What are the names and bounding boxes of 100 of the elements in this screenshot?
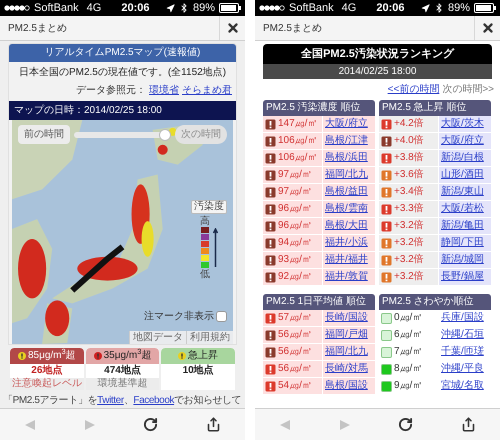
location-icon	[166, 4, 175, 12]
place-link[interactable]: 島根/大田	[323, 218, 375, 234]
place-link[interactable]: 大阪/府立	[323, 116, 375, 132]
table-header: PM2.5 汚染濃度 順位	[263, 100, 375, 116]
close-icon	[480, 21, 494, 35]
map-datetime-bar: マップの日時：2014/02/25 18:00	[9, 101, 236, 120]
place-link[interactable]: 福井/敦賀	[323, 269, 375, 285]
place-link[interactable]: 長崎/対馬	[323, 361, 375, 377]
place-link[interactable]: 福井/小浜	[323, 235, 375, 251]
stat-title: 35μg/m$^{3}$超	[104, 350, 152, 362]
value-cell: 56㎍/㎥	[278, 361, 322, 377]
value-cell: +3.6倍	[394, 167, 438, 183]
value-cell: 106㎍/㎥	[278, 150, 322, 166]
place-link[interactable]: 長崎/国設	[323, 310, 375, 326]
location-icon	[420, 4, 430, 12]
value-cell: 97㎍/㎥	[278, 184, 322, 200]
prev-time-button[interactable]: 前の時間	[18, 125, 70, 144]
summary-text: 日本全国のPM2.5の現在値です。(全1152地点)	[18, 66, 228, 80]
hide-marks-checkbox[interactable]: 注マーク非表示	[144, 309, 227, 324]
value-cell: 57㎍/㎥	[278, 310, 322, 326]
battery-percent: 89%	[448, 0, 470, 16]
legend-high-label: 高	[200, 216, 210, 227]
table-header: PM2.5 さわやか順位	[379, 294, 491, 310]
battery-icon	[219, 3, 241, 13]
alert-sentence: 「PM2.5アラート」をTwitter、Facebookでお知らせして	[2, 394, 242, 408]
share-icon	[461, 417, 476, 432]
value-cell: +3.2倍	[394, 252, 438, 268]
map-footer-link[interactable]: 利用規約	[186, 331, 233, 344]
facebook-link[interactable]: Facebook	[133, 395, 174, 406]
forward-icon	[338, 418, 351, 430]
place-link[interactable]: 静岡/下田	[439, 235, 491, 251]
next-time-label: 次の時間>>	[442, 82, 494, 97]
place-link[interactable]: 福岡/北九	[323, 167, 375, 183]
close-icon	[226, 21, 240, 35]
place-link[interactable]: 長野/鍋屋	[439, 269, 491, 285]
stat-note: 注意喚起レベル	[10, 378, 84, 390]
value-cell: 97㎍/㎥	[278, 167, 322, 183]
carrier-name: SoftBank	[289, 0, 334, 16]
data-source: データ参照元： 環境省 そらまめ君	[75, 84, 233, 98]
page-title: PM2.5まとめ	[7, 22, 68, 36]
battery-icon	[474, 3, 496, 13]
value-cell: 56㎍/㎥	[278, 327, 322, 343]
value-cell: 147㎍/㎥	[278, 116, 322, 132]
value-cell: +3.2倍	[394, 235, 438, 251]
back-icon	[24, 418, 36, 430]
stat-title: 急上昇	[188, 350, 218, 362]
place-link[interactable]: 島根/益田	[323, 184, 375, 200]
alert-icon	[94, 352, 102, 360]
map-footer-link[interactable]: 地図データ	[129, 331, 186, 344]
signal-icon	[259, 5, 285, 11]
value-cell: 54㎍/㎥	[278, 378, 322, 394]
source-link[interactable]: そらまめ君	[182, 85, 232, 96]
back-icon	[278, 418, 291, 430]
place-link[interactable]: 島根/国設	[323, 378, 375, 394]
clock-time: 20:06	[376, 0, 404, 16]
value-cell: 94㎍/㎥	[278, 235, 322, 251]
place-link[interactable]: 新潟/白根	[439, 150, 491, 166]
place-link[interactable]: 大阪/府立	[439, 133, 491, 149]
place-link[interactable]: 島根/浜田	[323, 150, 375, 166]
signal-icon	[4, 5, 30, 11]
place-link[interactable]: 福井/福井	[323, 252, 375, 268]
place-link[interactable]: 大阪/若松	[439, 201, 491, 217]
place-link[interactable]: 山形/酒田	[439, 167, 491, 183]
value-cell: 96㎍/㎥	[278, 218, 322, 234]
place-link[interactable]: 福岡/北九	[323, 344, 375, 360]
place-link[interactable]: 大阪/茨木	[439, 116, 491, 132]
value-cell: +4.0倍	[394, 133, 438, 149]
table-header: PM2.5 1日平均値 順位	[263, 294, 375, 310]
stat-title: 85μg/m$^{3}$超	[28, 350, 76, 362]
place-link[interactable]: 新潟/城岡	[439, 252, 491, 268]
battery-percent: 89%	[192, 0, 215, 16]
reload-icon	[143, 417, 158, 432]
legend-low-label: 低	[200, 269, 210, 280]
place-link[interactable]: 島根/江津	[323, 133, 375, 149]
value-cell: +3.3倍	[394, 201, 438, 217]
page-title: PM2.5まとめ	[262, 22, 323, 36]
value-cell: +3.2倍	[394, 218, 438, 234]
legend-title: 汚染度	[191, 200, 227, 214]
reload-icon	[398, 417, 414, 432]
place-link[interactable]: 福岡/戸畑	[323, 327, 375, 343]
value-cell: +4.2倍	[394, 116, 438, 132]
value-cell: 92㎍/㎥	[278, 269, 322, 285]
place-link[interactable]: 新潟/亀田	[439, 218, 491, 234]
prev-time-link[interactable]: <<前の時間	[388, 82, 440, 97]
value-cell: 106㎍/㎥	[278, 133, 322, 149]
value-cell: 93㎍/㎥	[278, 252, 322, 268]
ranking-title: 全国PM2.5汚染状況ランキング	[263, 44, 492, 64]
place-link[interactable]: 新潟/東山	[439, 184, 491, 200]
bluetooth-icon	[434, 3, 444, 13]
stat-count: 26地点	[31, 364, 62, 378]
source-link[interactable]: 環境省	[149, 85, 179, 96]
value-cell: +3.4倍	[394, 184, 438, 200]
alert-icon	[18, 352, 26, 360]
carrier-name: SoftBank	[34, 0, 79, 16]
place-link[interactable]: 島根/雲南	[323, 201, 375, 217]
arrow-icon	[213, 228, 218, 268]
network-type: 4G	[342, 0, 356, 16]
ranking-datetime: 2014/02/25 18:00	[263, 64, 492, 79]
twitter-link[interactable]: Twitter	[97, 395, 124, 406]
value-cell: 96㎍/㎥	[278, 201, 322, 217]
